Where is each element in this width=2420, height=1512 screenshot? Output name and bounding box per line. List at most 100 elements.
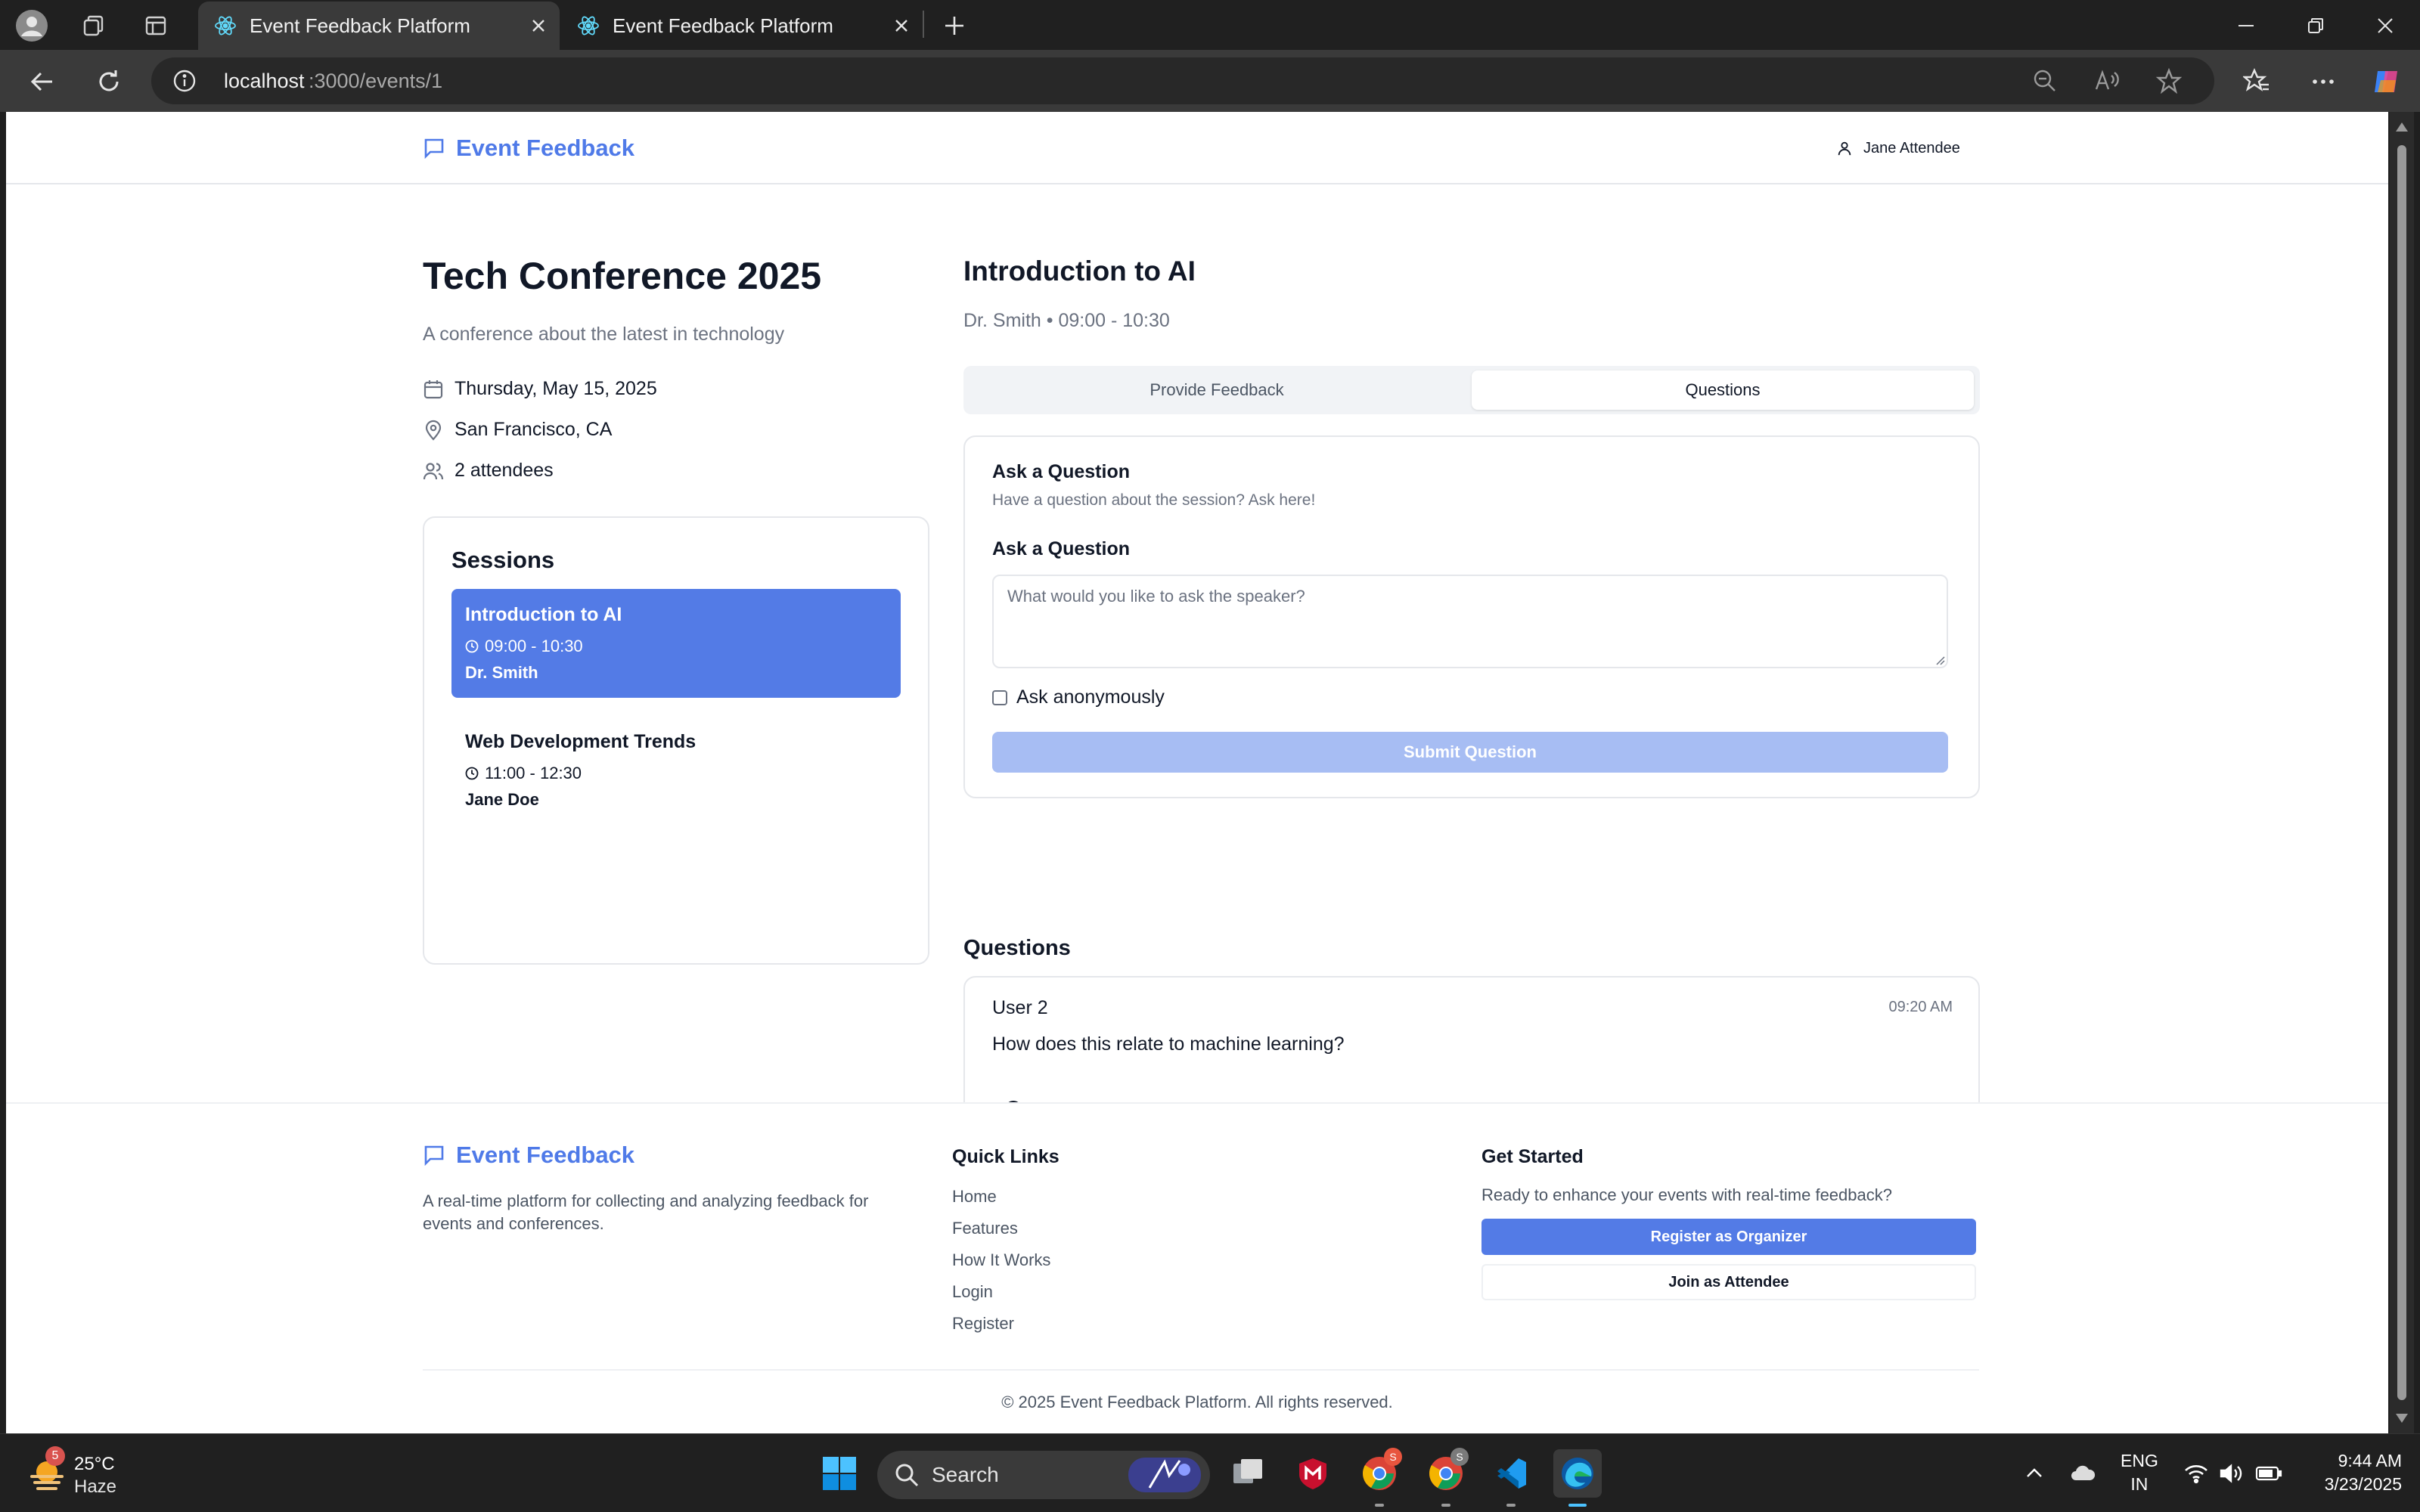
get-started-text: Ready to enhance your events with real-t… (1481, 1185, 1892, 1204)
event-description: A conference about the latest in technol… (423, 324, 785, 345)
footer-link-login[interactable]: Login (952, 1282, 993, 1302)
show-hidden-icons-icon[interactable] (2018, 1452, 2051, 1495)
event-attendees-text: 2 attendees (455, 460, 554, 481)
react-favicon-icon (576, 14, 600, 38)
resize-grip-icon[interactable] (1934, 655, 1945, 665)
copilot-icon[interactable] (2367, 62, 2406, 101)
clock-date: 3/23/2025 (2324, 1474, 2402, 1494)
favorites-icon[interactable] (2237, 62, 2276, 101)
weather-temperature: 25°C (74, 1454, 115, 1474)
back-icon[interactable] (23, 62, 62, 101)
taskbar-search[interactable]: Search (877, 1451, 1210, 1499)
users-icon (423, 462, 444, 479)
url-path: :3000/events/1 (309, 70, 443, 92)
event-location-text: San Francisco, CA (455, 419, 613, 440)
user-name: Jane Attendee (1863, 139, 1960, 156)
vscode-icon[interactable] (1487, 1449, 1535, 1498)
copyright-text: © 2025 Event Feedback Platform. All righ… (1001, 1393, 1393, 1411)
ask-anonymously-checkbox[interactable] (992, 689, 1007, 705)
tab-title: Event Feedback Platform (250, 14, 470, 37)
tab-event-feedback-1[interactable]: Event Feedback Platform (198, 2, 560, 50)
clock-time: 9:44 AM (2338, 1451, 2402, 1470)
session-item-web-development-trends[interactable]: Web Development Trends 11:00 - 12:30 Jan… (451, 716, 901, 825)
tab-provide-feedback[interactable]: Provide Feedback (968, 370, 1466, 410)
edge-icon[interactable] (1553, 1449, 1602, 1498)
wifi-icon[interactable] (2181, 1452, 2211, 1495)
scroll-up-arrow-icon[interactable] (2396, 122, 2408, 132)
question-input[interactable] (992, 575, 1948, 668)
session-title: Web Development Trends (465, 731, 697, 752)
zoom-out-icon[interactable] (2031, 67, 2059, 94)
more-options-icon[interactable] (2304, 62, 2343, 101)
submit-question-button[interactable]: Submit Question (992, 732, 1948, 773)
scrollbar-thumb[interactable] (2397, 145, 2406, 1400)
volume-icon[interactable] (2216, 1452, 2246, 1495)
footer-link-how-it-works[interactable]: How It Works (952, 1250, 1050, 1270)
calendar-icon (424, 380, 443, 398)
site-logo-text: Event Feedback (456, 135, 635, 161)
ask-anonymously-option[interactable]: Ask anonymously (992, 686, 1165, 708)
start-button[interactable] (815, 1449, 864, 1498)
tab-separator (923, 11, 924, 38)
tab-event-feedback-2[interactable]: Event Feedback Platform (561, 2, 923, 50)
user-menu[interactable]: Jane Attendee (1836, 133, 1960, 163)
footer-divider (423, 1369, 1979, 1371)
search-icon (895, 1464, 919, 1487)
weather-condition: Haze (74, 1476, 117, 1497)
minimize-icon[interactable] (2229, 9, 2263, 42)
vertical-tabs-icon[interactable] (139, 9, 172, 42)
taskbar-search-label: Search (932, 1463, 999, 1486)
footer-logo-text: Event Feedback (456, 1142, 635, 1168)
new-tab-icon[interactable] (938, 9, 971, 42)
close-window-icon[interactable] (2369, 9, 2402, 42)
register-organizer-button[interactable]: Register as Organizer (1481, 1219, 1976, 1255)
chrome-profile-icon[interactable]: S (1422, 1448, 1470, 1498)
scroll-down-arrow-icon[interactable] (2396, 1414, 2408, 1423)
ask-question-subheading: Have a question about the session? Ask h… (992, 491, 1316, 509)
ask-question-heading: Ask a Question (992, 461, 1130, 482)
profile-avatar-icon[interactable] (15, 9, 48, 42)
search-highlight-icon (1128, 1458, 1201, 1492)
tab-questions[interactable]: Questions (1472, 370, 1974, 410)
battery-icon[interactable] (2252, 1452, 2285, 1495)
get-started-heading: Get Started (1481, 1146, 1584, 1167)
session-time-text: 09:00 - 10:30 (485, 637, 583, 655)
refresh-icon[interactable] (89, 62, 129, 101)
language-indicator[interactable]: ENG IN (2121, 1449, 2158, 1496)
browser-toolbar: localhost :3000/events/1 (0, 50, 2420, 112)
footer-link-home[interactable]: Home (952, 1187, 997, 1207)
mcafee-icon[interactable] (1289, 1449, 1337, 1498)
site-header: Event Feedback Jane Attendee (6, 112, 2388, 184)
user-icon (1838, 141, 1851, 156)
language-code: ENG (2121, 1451, 2158, 1470)
session-time: 09:00 - 10:30 (465, 634, 887, 658)
footer-link-features[interactable]: Features (952, 1219, 1018, 1238)
join-attendee-button[interactable]: Join as Attendee (1481, 1264, 1976, 1300)
favorite-star-icon[interactable] (2155, 67, 2183, 94)
task-view-icon[interactable] (1224, 1449, 1272, 1498)
chrome-icon[interactable]: S (1355, 1448, 1404, 1498)
site-info-icon[interactable] (172, 69, 197, 93)
page-scrollbar[interactable] (2390, 112, 2414, 1433)
url-host: localhost (224, 70, 305, 92)
close-tab-icon[interactable] (892, 17, 911, 35)
questions-heading: Questions (963, 936, 1071, 960)
session-item-introduction-to-ai[interactable]: Introduction to AI 09:00 - 10:30 Dr. Smi… (451, 589, 901, 698)
weather-widget[interactable]: 5 25°C Haze (26, 1446, 132, 1498)
read-aloud-icon[interactable] (2093, 67, 2121, 94)
question-text: How does this relate to machine learning… (992, 1033, 1345, 1055)
language-region: IN (2130, 1474, 2149, 1494)
session-speaker: Dr. Smith (465, 663, 538, 682)
close-tab-icon[interactable] (529, 17, 548, 35)
address-bar[interactable]: localhost :3000/events/1 (151, 57, 2214, 104)
system-clock[interactable]: 9:44 AM 3/23/2025 (2304, 1449, 2402, 1496)
restore-icon[interactable] (2299, 9, 2332, 42)
workspaces-icon[interactable] (77, 9, 110, 42)
session-speaker: Jane Doe (465, 790, 539, 809)
session-time: 11:00 - 12:30 (465, 761, 887, 785)
session-detail-title: Introduction to AI (963, 256, 1196, 287)
onedrive-cloud-icon[interactable] (2066, 1452, 2099, 1495)
site-logo[interactable]: Event Feedback (423, 135, 634, 162)
footer-logo[interactable]: Event Feedback (423, 1142, 634, 1169)
footer-link-register[interactable]: Register (952, 1314, 1014, 1334)
